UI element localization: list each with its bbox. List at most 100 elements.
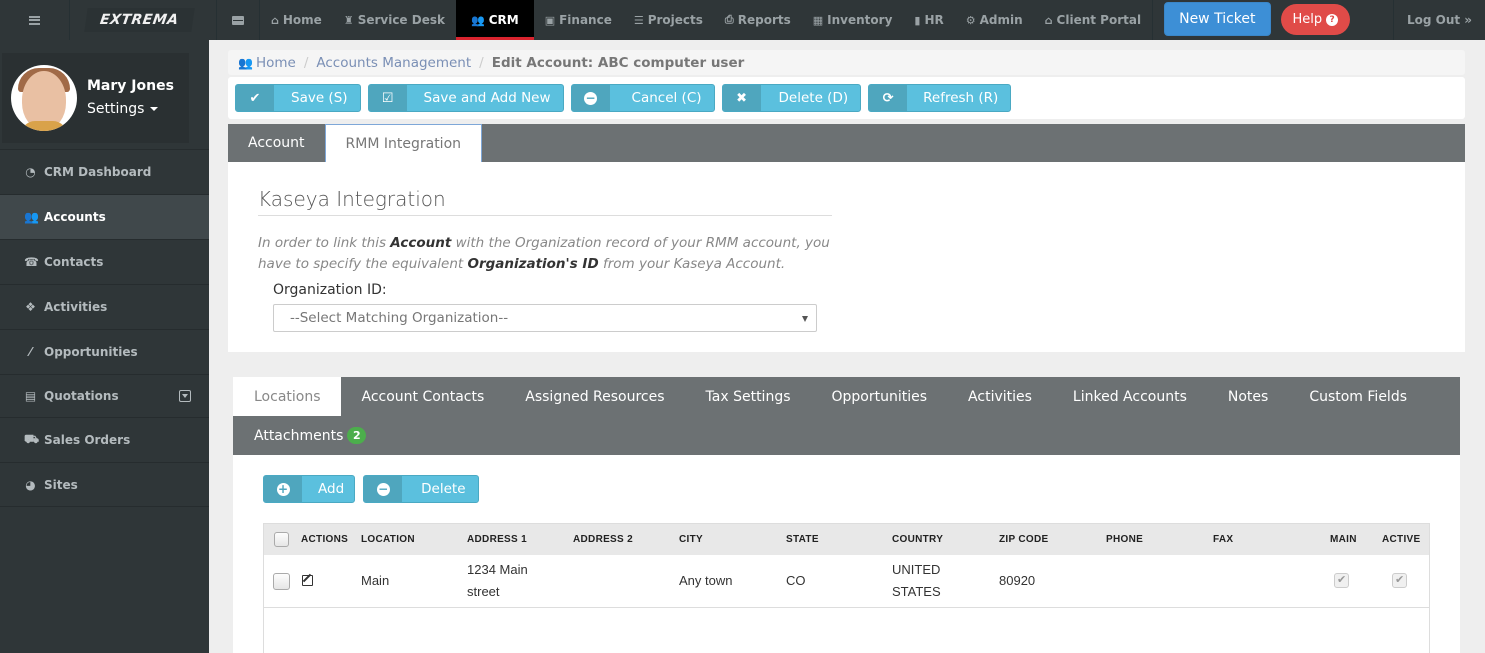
nav-projects[interactable]: ☰ Projects bbox=[623, 0, 714, 40]
logout-link[interactable]: Log Out » bbox=[1393, 0, 1485, 40]
related-panel: Locations Account Contacts Assigned Reso… bbox=[233, 377, 1460, 653]
col-country: COUNTRY bbox=[892, 533, 944, 545]
breadcrumb-current: Edit Account: ABC computer user bbox=[491, 54, 745, 71]
dashboard-icon: ◔ bbox=[25, 165, 36, 179]
tab-account-contacts[interactable]: Account Contacts bbox=[341, 377, 505, 416]
refresh-button[interactable]: ⟳ Refresh (R) bbox=[868, 84, 1012, 112]
sidebar-item-quotations[interactable]: ▤ Quotations bbox=[0, 374, 209, 417]
check-icon: ✔ bbox=[236, 85, 274, 111]
locations-actions: + Add − Delete bbox=[263, 475, 479, 503]
nav-home[interactable]: ⌂ Home bbox=[260, 0, 333, 40]
cell-country-line1: UNITED bbox=[892, 562, 941, 577]
file-text-icon: ▤ bbox=[24, 389, 37, 403]
money-icon: ▣ bbox=[544, 13, 556, 27]
tab-attachments[interactable]: Attachments 2 bbox=[233, 416, 386, 455]
breadcrumb-separator: / bbox=[303, 54, 309, 71]
delete-location-button[interactable]: − Delete bbox=[363, 475, 479, 503]
save-button[interactable]: ✔ Save (S) bbox=[235, 84, 361, 112]
tab-tax-settings[interactable]: Tax Settings bbox=[685, 377, 811, 416]
nav-hr[interactable]: ▮ HR bbox=[903, 0, 954, 40]
locations-table: ACTIONS LOCATION ADDRESS 1 ADDRESS 2 CIT… bbox=[263, 523, 1430, 653]
col-state: STATE bbox=[786, 533, 819, 545]
breadcrumb-home[interactable]: Home bbox=[256, 55, 296, 71]
add-location-button[interactable]: + Add bbox=[263, 475, 356, 503]
col-city: CITY bbox=[679, 533, 703, 545]
home-icon: ⌂ bbox=[1044, 13, 1053, 27]
sidebar-item-contacts[interactable]: ☎ Contacts bbox=[0, 239, 209, 284]
sidebar-item-opportunities[interactable]: ⁄ Opportunities bbox=[0, 329, 209, 374]
nav-admin[interactable]: ⚙ Admin bbox=[955, 0, 1034, 40]
nav-inventory[interactable]: ▦ Inventory bbox=[802, 0, 904, 40]
messages-button[interactable] bbox=[216, 0, 260, 40]
tab-opportunities[interactable]: Opportunities bbox=[811, 377, 948, 416]
user-name: Mary Jones bbox=[87, 78, 174, 94]
sidebar-item-activities[interactable]: ❖ Activities bbox=[0, 284, 209, 329]
nav-service-desk[interactable]: ♜ Service Desk bbox=[333, 0, 456, 40]
expand-toggle-icon[interactable] bbox=[179, 390, 191, 402]
active-checkbox bbox=[1392, 573, 1407, 588]
breadcrumb-accounts-management[interactable]: Accounts Management bbox=[316, 55, 471, 71]
table-header: ACTIONS LOCATION ADDRESS 1 ADDRESS 2 CIT… bbox=[264, 524, 1429, 555]
col-zip-code: ZIP CODE bbox=[999, 533, 1049, 545]
sidebar-item-sales-orders[interactable]: ⛟ Sales Orders bbox=[0, 417, 209, 462]
users-icon: 👥 bbox=[24, 210, 39, 224]
home-icon: ⌂ bbox=[271, 13, 279, 27]
sidebar-menu: ◔ CRM Dashboard 👥 Accounts ☎ Contacts ❖ Acti… bbox=[0, 149, 209, 507]
account-tabs: Account RMM Integration bbox=[228, 124, 1465, 162]
edit-icon[interactable] bbox=[302, 575, 313, 586]
col-address1: ADDRESS 1 bbox=[467, 533, 527, 545]
delete-button[interactable]: ✖ Delete (D) bbox=[721, 84, 862, 112]
settings-dropdown[interactable]: Settings bbox=[87, 101, 159, 117]
caret-down-icon bbox=[150, 107, 159, 111]
nav-reports[interactable]: ⎙ Reports bbox=[714, 0, 802, 40]
row-select-checkbox[interactable] bbox=[273, 573, 290, 590]
organization-select[interactable]: --Select Matching Organization-- bbox=[273, 304, 817, 332]
select-all-checkbox[interactable] bbox=[274, 532, 289, 547]
cancel-button[interactable]: − Cancel (C) bbox=[570, 84, 715, 112]
sidebar-item-crm-dashboard[interactable]: ◔ CRM Dashboard bbox=[0, 149, 209, 194]
menu-toggle-button[interactable] bbox=[0, 0, 70, 40]
attachments-count-badge: 2 bbox=[347, 427, 367, 444]
breadcrumb: 👥 Home / Accounts Management / Edit Acco… bbox=[228, 50, 1465, 75]
cubes-icon: ❖ bbox=[25, 300, 36, 314]
sitemap-icon: ♜ bbox=[343, 13, 354, 27]
sidebar-item-sites[interactable]: ◕ Sites bbox=[0, 462, 209, 507]
cell-city: Any town bbox=[679, 573, 733, 588]
tab-linked-accounts[interactable]: Linked Accounts bbox=[1052, 377, 1207, 416]
print-icon: ⎙ bbox=[724, 13, 734, 26]
nav-crm[interactable]: 👥 CRM bbox=[455, 0, 534, 40]
col-phone: PHONE bbox=[1106, 533, 1144, 545]
question-circle-icon: ? bbox=[1326, 13, 1339, 26]
nav-finance[interactable]: ▣ Finance bbox=[534, 0, 623, 40]
briefcase-icon: ▮ bbox=[914, 13, 921, 27]
tab-activities[interactable]: Activities bbox=[947, 377, 1052, 416]
col-address2: ADDRESS 2 bbox=[573, 533, 633, 545]
main-checkbox bbox=[1334, 573, 1349, 588]
cart-icon: ⛟ bbox=[24, 432, 40, 446]
action-toolbar: ✔ Save (S) ☑ Save and Add New − Cancel (C) … bbox=[228, 77, 1465, 119]
related-tabs: Locations Account Contacts Assigned Reso… bbox=[233, 377, 1460, 455]
table-row: Main 1234 Main street Any town CO UNITED… bbox=[264, 555, 1429, 608]
globe-icon: ◕ bbox=[25, 477, 36, 492]
tab-assigned-resources[interactable]: Assigned Resources bbox=[504, 377, 684, 416]
sidebar-item-accounts[interactable]: 👥 Accounts bbox=[0, 194, 209, 239]
tab-locations[interactable]: Locations bbox=[233, 377, 341, 416]
tab-custom-fields[interactable]: Custom Fields bbox=[1288, 377, 1427, 416]
new-ticket-button[interactable]: New Ticket bbox=[1164, 2, 1271, 36]
tab-account[interactable]: Account bbox=[228, 124, 325, 162]
help-button[interactable]: Help? bbox=[1280, 4, 1351, 35]
nav-client-portal[interactable]: ⌂ Client Portal bbox=[1034, 0, 1154, 40]
dropdown-arrow-icon bbox=[802, 316, 808, 322]
save-and-add-new-button[interactable]: ☑ Save and Add New bbox=[367, 84, 564, 112]
tab-rmm-integration[interactable]: RMM Integration bbox=[324, 124, 483, 162]
gear-icon: ⚙ bbox=[965, 13, 976, 27]
cell-zip: 80920 bbox=[999, 573, 1036, 588]
section-title: Kaseya Integration bbox=[258, 187, 832, 216]
envelope-icon bbox=[232, 15, 244, 25]
cell-address1-line1: 1234 Main bbox=[467, 562, 528, 577]
users-icon: 👥 bbox=[238, 55, 253, 70]
tab-notes[interactable]: Notes bbox=[1207, 377, 1288, 416]
col-active: ACTIVE bbox=[1382, 533, 1421, 545]
logo-link[interactable]: EXTREMA bbox=[78, 0, 201, 40]
sidebar: Mary Jones Settings ◔ CRM Dashboard 👥 Acco… bbox=[0, 40, 209, 653]
